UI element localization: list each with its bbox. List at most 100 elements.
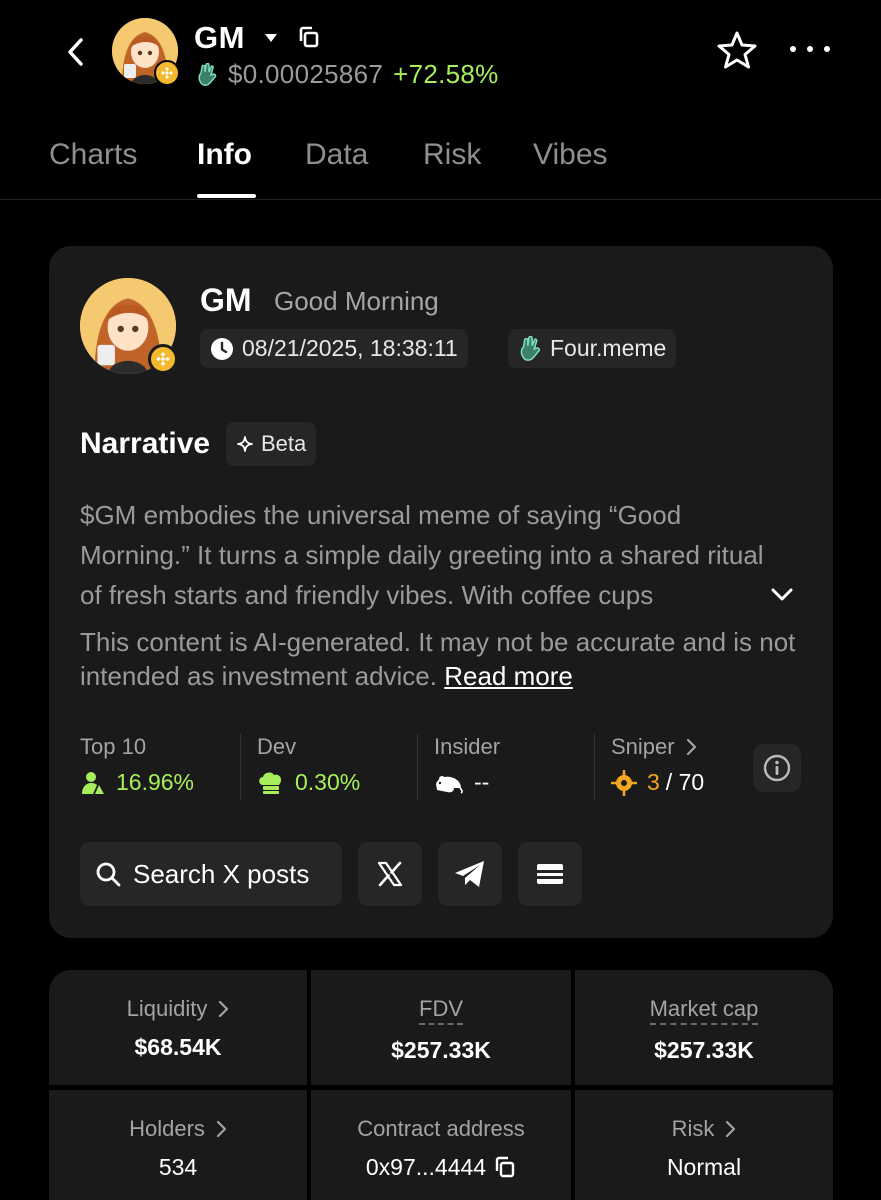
tab-vibes[interactable]: Vibes: [533, 138, 608, 172]
created-time-chip: 08/21/2025, 18:38:11: [200, 329, 468, 368]
search-x-posts-label: Search X posts: [133, 858, 310, 889]
created-time: 08/21/2025, 18:38:11: [242, 335, 458, 361]
tab-data[interactable]: Data: [305, 138, 368, 172]
chevron-down-icon: [771, 588, 793, 601]
metric-fdv: FDV $257.33K: [311, 970, 571, 1085]
stat-insider-label: Insider: [434, 734, 501, 759]
read-more-link[interactable]: Read more: [444, 661, 573, 691]
chevron-right-icon: [726, 1120, 736, 1138]
more-dots-icon: [790, 46, 796, 52]
beta-label: Beta: [261, 431, 307, 456]
stat-dev: Dev 0.30%: [257, 734, 360, 804]
stat-divider: [240, 734, 241, 800]
card-token-avatar: [80, 278, 178, 374]
sparkle-icon: [237, 436, 253, 452]
stat-sniper-count: 3: [647, 769, 660, 795]
x-profile-button[interactable]: [358, 842, 422, 906]
stat-dev-value: 0.30%: [295, 769, 361, 795]
stat-insider-value: --: [474, 769, 490, 795]
card-token-name: Good Morning: [274, 286, 439, 316]
expand-narrative-button[interactable]: [768, 582, 796, 606]
chevron-right-icon: [686, 738, 696, 756]
stat-sniper-label: Sniper: [611, 734, 675, 759]
dropdown-caret-icon: [265, 34, 277, 42]
back-button[interactable]: [56, 30, 96, 74]
stat-insider: Insider --: [434, 734, 500, 804]
website-button[interactable]: [518, 842, 582, 906]
beta-badge: Beta: [226, 422, 317, 466]
token-avatar: [112, 18, 180, 86]
liquidity-value: $68.54K: [134, 1034, 222, 1060]
token-info-card: GM Good Morning 08/21/2025, 18:38:11 Fou…: [49, 246, 833, 938]
card-token-symbol: GM: [200, 282, 252, 318]
more-options-button[interactable]: [790, 38, 830, 60]
stat-sniper[interactable]: Sniper 3 / 70: [611, 734, 704, 804]
metric-risk[interactable]: Risk Normal: [575, 1090, 833, 1200]
tab-bar: Charts Info Data Risk Vibes: [0, 130, 881, 200]
holders-label: Holders: [129, 1116, 205, 1141]
stat-divider: [594, 734, 595, 800]
stat-top10: Top 10 16.96%: [80, 734, 194, 804]
x-logo-icon: [377, 861, 403, 887]
bnb-chain-icon: [148, 344, 178, 374]
token-header: GM $0.00025867 +72.58%: [0, 0, 881, 110]
risk-value: Normal: [666, 1154, 742, 1180]
metric-holders[interactable]: Holders 534: [49, 1090, 307, 1200]
market-cap-label: Market cap: [649, 996, 759, 1025]
tab-info[interactable]: Info: [197, 138, 252, 172]
stat-top10-label: Top 10: [80, 734, 147, 759]
chevron-right-icon: [219, 1000, 229, 1018]
four-meme-hand-icon: [520, 335, 541, 361]
tab-risk[interactable]: Risk: [423, 138, 481, 172]
metric-contract-address[interactable]: Contract address 0x97...4444: [311, 1090, 571, 1200]
token-price: $0.00025867: [228, 59, 384, 89]
four-meme-hand-icon: [198, 62, 217, 86]
token-switch-dropdown[interactable]: [262, 30, 280, 46]
top10-person-icon: [82, 771, 104, 794]
stat-divider: [417, 734, 418, 800]
token-symbol: GM: [194, 20, 245, 55]
bnb-chain-icon: [154, 60, 180, 86]
telegram-button[interactable]: [438, 842, 502, 906]
narrative-fade: [699, 576, 769, 616]
price-row: $0.00025867 +72.58%: [196, 59, 499, 90]
narrative-title: Narrative: [80, 427, 211, 460]
dev-chef-hat-icon: [259, 772, 282, 794]
info-circle-icon: [763, 754, 791, 782]
stat-dev-label: Dev: [257, 734, 297, 759]
copy-symbol-button[interactable]: [298, 26, 320, 50]
back-chevron-icon: [68, 38, 83, 66]
stat-top10-value: 16.96%: [116, 769, 195, 795]
metric-liquidity[interactable]: Liquidity $68.54K: [49, 970, 307, 1085]
holder-stats: Top 10 16.96% Dev 0.30% Insider -- Snipe…: [80, 734, 802, 804]
contract-address-value: 0x97...4444: [365, 1154, 487, 1180]
search-icon: [96, 862, 121, 887]
tab-charts[interactable]: Charts: [49, 138, 137, 172]
launchpad-chip[interactable]: Four.meme: [508, 329, 677, 368]
favorite-button[interactable]: [716, 30, 758, 70]
market-cap-value: $257.33K: [654, 1037, 754, 1063]
stats-info-button[interactable]: [753, 744, 801, 792]
metrics-grid: Liquidity $68.54K FDV $257.33K Market ca…: [49, 970, 833, 1200]
sniper-crosshair-icon: [611, 769, 637, 796]
search-x-posts-button[interactable]: Search X posts: [80, 842, 342, 906]
insider-rat-icon: [436, 775, 463, 794]
star-icon: [717, 31, 757, 69]
liquidity-label: Liquidity: [126, 996, 208, 1021]
active-tab-indicator: [197, 194, 256, 198]
copy-icon[interactable]: [494, 1156, 516, 1180]
copy-icon: [299, 26, 319, 48]
price-change: +72.58%: [393, 59, 499, 89]
website-icon: [537, 864, 563, 884]
contract-address-label: Contract address: [357, 1116, 525, 1141]
clock-icon: [211, 337, 233, 360]
metric-market-cap: Market cap $257.33K: [575, 970, 833, 1085]
risk-label: Risk: [671, 1116, 715, 1141]
holders-value: 534: [158, 1154, 198, 1180]
disclaimer-text: This content is AI-generated. It may not…: [80, 627, 796, 691]
ai-disclaimer: This content is AI-generated. It may not…: [80, 625, 800, 693]
chevron-right-icon: [216, 1120, 227, 1138]
fdv-value: $257.33K: [391, 1037, 491, 1063]
narrative-text: $GM embodies the universal meme of sayin…: [80, 500, 764, 610]
stat-sniper-total: / 70: [665, 769, 705, 795]
